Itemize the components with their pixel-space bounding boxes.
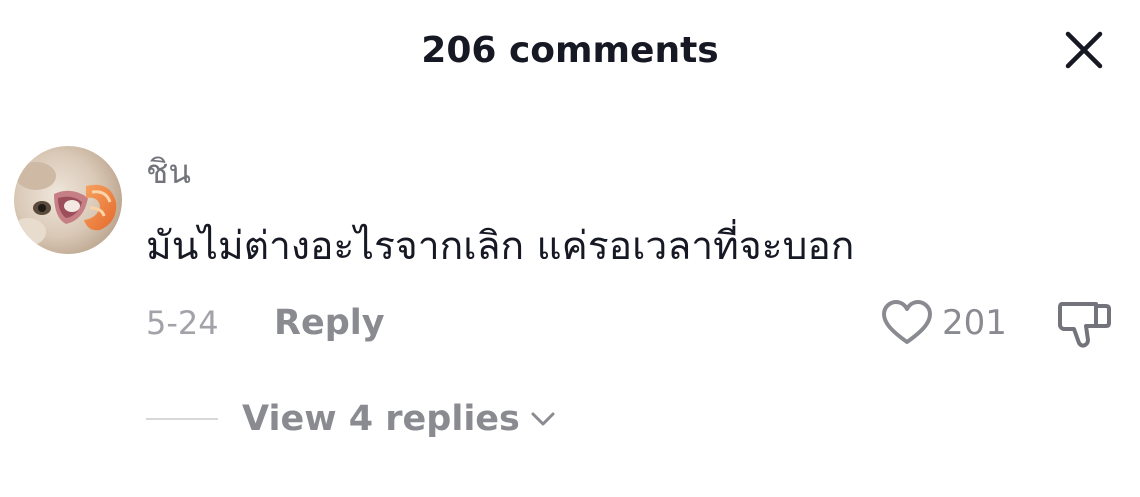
like-count: 201 — [942, 303, 1007, 343]
reply-button[interactable]: Reply — [274, 300, 385, 346]
replies-divider — [146, 418, 218, 420]
like-button[interactable]: 201 — [880, 296, 1007, 350]
thumbs-down-icon — [1058, 302, 1111, 348]
heart-outline-icon — [882, 300, 932, 344]
view-replies-button[interactable]: View 4 replies — [242, 396, 556, 442]
close-button[interactable] — [1058, 24, 1110, 76]
view-replies-label: View 4 replies — [242, 399, 520, 439]
comment-date: 5-24 — [146, 304, 219, 342]
user-avatar — [14, 146, 122, 254]
dislike-button[interactable] — [1056, 296, 1112, 352]
close-icon — [1065, 31, 1103, 69]
comment-username[interactable]: ชิน — [146, 150, 191, 194]
chevron-down-icon — [531, 412, 555, 426]
avatar[interactable] — [14, 146, 122, 254]
comments-count-title: 206 comments — [421, 30, 719, 71]
comment-text: มันไม่ต่างอะไรจากเลิก แค่รอเวลาที่จะบอก — [146, 224, 855, 269]
